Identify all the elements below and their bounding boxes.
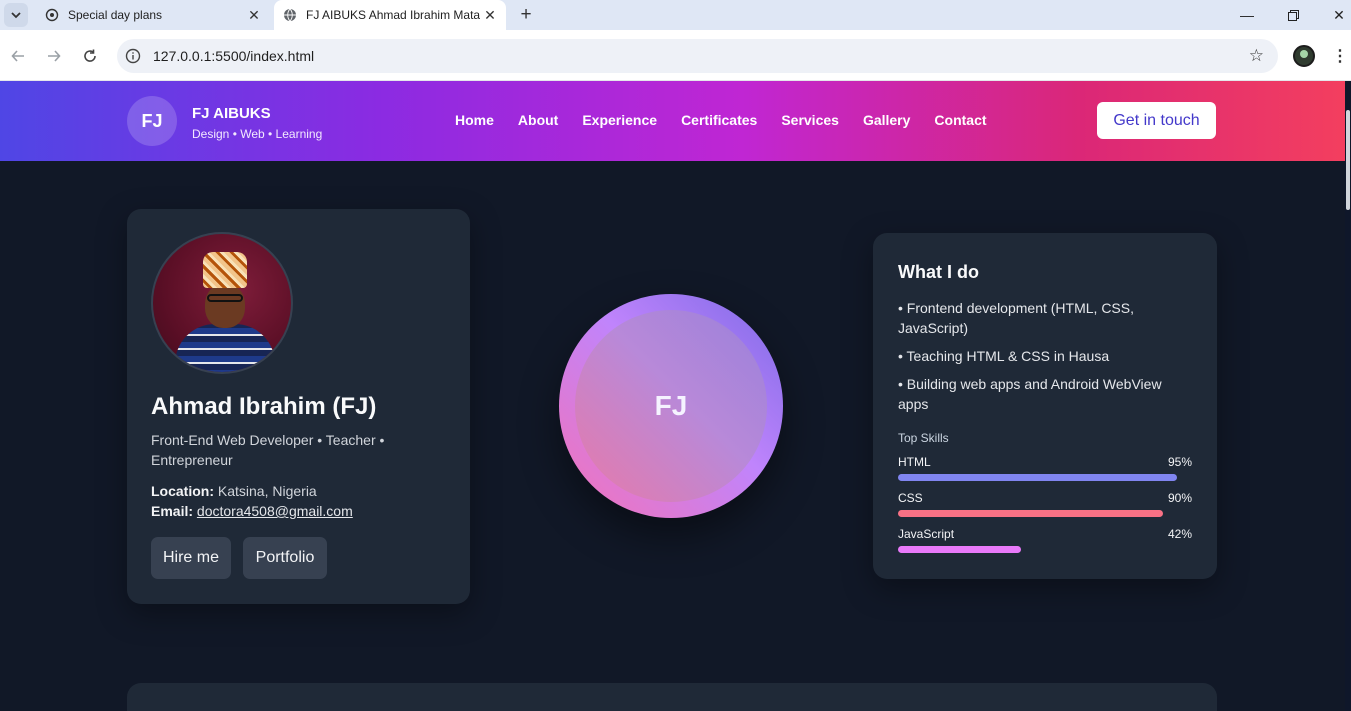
tab-title: Special day plans	[68, 8, 163, 22]
skill-css: CSS 90%	[898, 491, 1192, 517]
email-label: Email:	[151, 503, 194, 519]
top-skills-label: Top Skills	[898, 431, 949, 445]
chevron-down-icon	[11, 12, 21, 19]
openai-icon	[44, 7, 60, 23]
service-item: • Building web apps and Android WebView …	[898, 376, 1162, 412]
skill-name: JavaScript	[898, 527, 955, 541]
hire-me-button[interactable]: Hire me	[151, 537, 231, 579]
restore-icon[interactable]	[1270, 0, 1316, 30]
nav-gallery[interactable]: Gallery	[863, 112, 910, 128]
nav-services[interactable]: Services	[781, 112, 839, 128]
tab-title: FJ AIBUKS Ahmad Ibrahim Mata	[306, 8, 480, 22]
brand-tagline: Design • Web • Learning	[192, 127, 323, 141]
skill-bar-fill	[898, 546, 1022, 553]
brand-name: FJ AIBUKS	[192, 105, 271, 122]
skill-html: HTML 95%	[898, 455, 1192, 481]
close-tab-icon[interactable]: ✕	[244, 5, 264, 25]
location-label: Location:	[151, 483, 214, 499]
skill-percent: 42%	[1167, 527, 1192, 541]
profile-card: Ahmad Ibrahim (FJ) Front-End Web Develop…	[127, 209, 470, 604]
hero-orb-initials: FJ	[575, 310, 767, 502]
service-item: • Frontend development (HTML, CSS, JavaS…	[898, 300, 1134, 336]
get-in-touch-button[interactable]: Get in touch	[1097, 102, 1216, 139]
nav-contact[interactable]: Contact	[934, 112, 986, 128]
skill-bar-track	[898, 546, 1192, 553]
back-arrow-icon[interactable]	[5, 43, 31, 69]
browser-tab-bar: Special day plans ✕ FJ AIBUKS Ahmad Ibra…	[0, 0, 1351, 30]
browser-tab-fj-aibuks[interactable]: FJ AIBUKS Ahmad Ibrahim Mata ✕	[274, 0, 506, 30]
next-section-card	[127, 683, 1217, 711]
nav-about[interactable]: About	[518, 112, 558, 128]
profile-email: Email: doctora4508@gmail.com	[151, 503, 451, 519]
hero-orb: FJ	[559, 294, 783, 518]
page-scrollbar-thumb[interactable]	[1346, 110, 1350, 210]
skill-bar-fill	[898, 510, 1163, 517]
profile-role: Front-End Web Developer • Teacher • Entr…	[151, 432, 385, 468]
close-tab-icon[interactable]: ✕	[480, 5, 500, 25]
what-i-do-card: What I do • Frontend development (HTML, …	[873, 233, 1217, 579]
more-menu-icon[interactable]: ⋮	[1330, 45, 1350, 67]
new-tab-button[interactable]: +	[515, 4, 537, 26]
skill-percent: 95%	[1167, 455, 1192, 469]
browser-tab-special-day-plans[interactable]: Special day plans ✕	[34, 0, 270, 30]
profile-name: Ahmad Ibrahim (FJ)	[151, 393, 377, 420]
profile-photo	[151, 232, 293, 374]
minimize-icon[interactable]: —	[1224, 0, 1270, 30]
profile-avatar[interactable]	[1293, 45, 1315, 67]
brand-logo[interactable]: FJ	[127, 96, 177, 146]
forward-arrow-icon[interactable]	[41, 43, 67, 69]
globe-icon	[282, 7, 298, 23]
location-value: Katsina, Nigeria	[217, 483, 317, 499]
url-text: 127.0.0.1:5500/index.html	[153, 48, 315, 64]
nav-certificates[interactable]: Certificates	[681, 112, 757, 128]
skill-bar-track	[898, 510, 1192, 517]
skill-name: HTML	[898, 455, 931, 469]
email-link[interactable]: doctora4508@gmail.com	[197, 503, 353, 519]
nav-experience[interactable]: Experience	[582, 112, 657, 128]
site-info-icon[interactable]	[121, 44, 145, 68]
tab-search-button[interactable]	[4, 3, 28, 27]
skill-name: CSS	[898, 491, 923, 505]
skill-javascript: JavaScript 42%	[898, 527, 1192, 553]
reload-icon[interactable]	[77, 43, 103, 69]
main-nav: Home About Experience Certificates Servi…	[455, 112, 987, 128]
skill-percent: 90%	[1167, 491, 1192, 505]
skill-bar-track	[898, 474, 1192, 481]
nav-home[interactable]: Home	[455, 112, 494, 128]
close-window-icon[interactable]: ✕	[1316, 0, 1351, 30]
profile-location: Location: Katsina, Nigeria	[151, 483, 451, 499]
address-bar[interactable]: 127.0.0.1:5500/index.html ☆	[117, 39, 1278, 73]
what-i-do-title: What I do	[898, 262, 979, 282]
site-header: FJ FJ AIBUKS Design • Web • Learning Hom…	[0, 81, 1351, 161]
service-item: • Teaching HTML & CSS in Hausa	[898, 348, 1110, 364]
skill-bar-fill	[898, 474, 1178, 481]
browser-toolbar: 127.0.0.1:5500/index.html ☆ ⋮	[0, 30, 1351, 81]
bookmark-star-icon[interactable]: ☆	[1249, 46, 1264, 66]
portfolio-button[interactable]: Portfolio	[243, 537, 327, 579]
